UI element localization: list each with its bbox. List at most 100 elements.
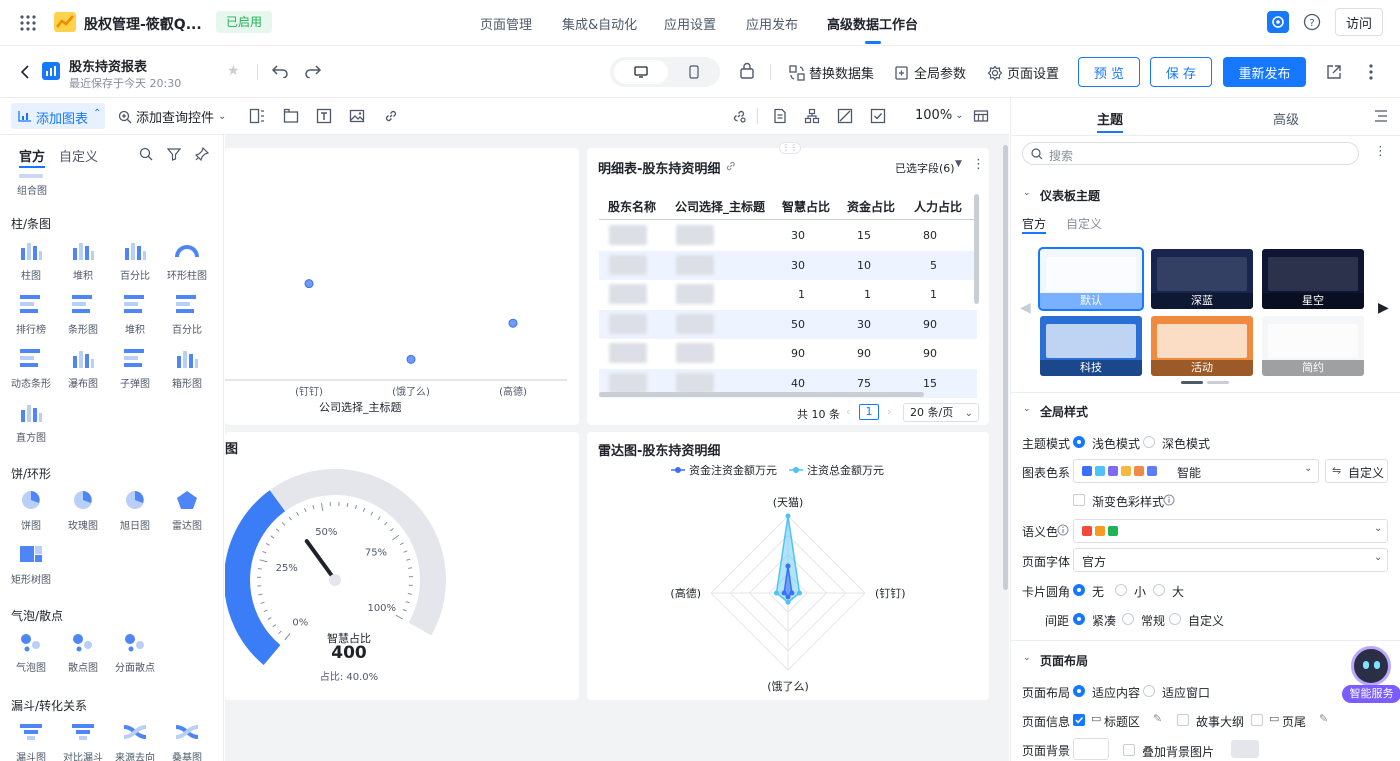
filter-icon[interactable]	[167, 147, 181, 161]
tab-advanced[interactable]: 高级	[1273, 109, 1299, 128]
layout-icon[interactable]	[249, 108, 265, 124]
radar-series-point[interactable]	[797, 590, 803, 596]
favorite-star-icon[interactable]: ★	[227, 63, 240, 79]
chart-type-item[interactable]: 饼图	[5, 489, 57, 532]
theme-next-icon[interactable]: ▶	[1378, 300, 1389, 316]
page-bg-color-picker[interactable]	[1073, 738, 1109, 760]
save-button[interactable]: 保 存	[1150, 57, 1212, 87]
theme-option[interactable]: 星空	[1262, 249, 1364, 309]
next-page-icon[interactable]: ›	[887, 405, 891, 418]
link-settings-icon[interactable]	[731, 108, 747, 124]
nav-tab-app-settings[interactable]: 应用设置	[664, 14, 716, 33]
nav-tab-app-publish[interactable]: 应用发布	[746, 14, 798, 33]
custom-palette-button[interactable]: ⇋ 自定义	[1325, 459, 1388, 483]
image-icon[interactable]	[349, 108, 365, 124]
hierarchy-icon[interactable]	[804, 108, 820, 124]
scatter-card[interactable]: (钉钉) (饿了么) (高德) 公司选择_主标题	[225, 148, 579, 425]
undo-icon[interactable]	[271, 64, 289, 78]
card-radius-large-radio[interactable]	[1153, 584, 1165, 596]
chart-type-item[interactable]: 排行榜	[5, 293, 57, 336]
horizontal-scrollbar[interactable]	[599, 392, 924, 397]
tab-custom[interactable]: 自定义	[59, 146, 98, 165]
tab-official[interactable]: 官方	[19, 146, 45, 165]
theme-tab-official[interactable]: 官方	[1022, 215, 1046, 232]
add-chart-button[interactable]: 添加图表 ⌃	[11, 103, 105, 129]
assistant-icon[interactable]	[1267, 11, 1289, 33]
radar-series-point[interactable]	[773, 590, 779, 596]
column-header[interactable]: 人力占比	[914, 198, 962, 215]
vertical-scrollbar[interactable]	[974, 194, 979, 304]
tab-theme[interactable]: 主题	[1097, 109, 1123, 128]
chart-type-item[interactable]: 散点图	[57, 631, 109, 674]
text-icon[interactable]	[316, 108, 332, 124]
legend-label[interactable]: 资金注资金额万元	[689, 463, 777, 477]
table-row[interactable]: 90 90 90	[599, 339, 977, 369]
chart-type-item[interactable]: 堆积	[109, 293, 161, 336]
chart-type-item[interactable]: 百分比	[161, 293, 213, 336]
redo-icon[interactable]	[304, 64, 322, 78]
more-vertical-icon[interactable]	[1368, 63, 1374, 81]
checklist-icon[interactable]	[870, 108, 886, 124]
chart-type-item[interactable]: 玫瑰图	[57, 489, 109, 532]
theme-option[interactable]: 活动	[1151, 316, 1253, 376]
bg-image-checkbox[interactable]	[1123, 744, 1135, 756]
info-icon[interactable]	[1163, 494, 1175, 506]
scatter-point[interactable]	[508, 318, 518, 328]
chart-type-item[interactable]: 旭日图	[109, 489, 161, 532]
spacing-compact-radio[interactable]	[1073, 613, 1085, 625]
chart-type-item[interactable]: 对比漏斗	[57, 721, 109, 761]
chart-type-item[interactable]: 动态条形	[5, 347, 57, 390]
page-size-select[interactable]: 20 条/页 ⌄	[903, 403, 979, 422]
column-header[interactable]: 股东名称	[608, 198, 656, 215]
grid-settings-icon[interactable]	[973, 108, 989, 124]
drag-handle[interactable]: ⋮⋮	[779, 142, 801, 154]
visit-button[interactable]: 访问	[1335, 8, 1383, 36]
current-page[interactable]: 1	[859, 404, 879, 420]
tab-component-icon[interactable]	[283, 108, 299, 124]
nav-tab-integration[interactable]: 集成&自动化	[562, 14, 637, 33]
chart-palette-select[interactable]: 智能 ⌄	[1073, 459, 1319, 483]
radar-series-point[interactable]	[785, 599, 791, 605]
theme-option[interactable]: 科技	[1040, 316, 1142, 376]
prev-page-icon[interactable]: ‹	[846, 405, 850, 418]
back-chevron-icon[interactable]	[20, 64, 30, 80]
chart-type-item[interactable]: 分面散点	[109, 631, 161, 674]
spacing-custom-radio[interactable]	[1169, 613, 1181, 625]
column-header[interactable]: 智慧占比	[782, 198, 830, 215]
title-area-checkbox[interactable]	[1073, 714, 1085, 726]
document-icon[interactable]	[772, 108, 788, 124]
theme-search-input[interactable]: 搜索	[1022, 142, 1359, 165]
pin-icon[interactable]	[195, 147, 209, 161]
more-vertical-icon[interactable]: ⋮	[972, 157, 985, 172]
global-params-button[interactable]: 全局参数	[894, 63, 966, 82]
table-row[interactable]: 30 10 5	[599, 250, 977, 280]
chart-type-item[interactable]: 雷达图	[161, 489, 213, 532]
chart-type-item[interactable]: 箱形图	[161, 347, 213, 390]
radar-series-point[interactable]	[781, 590, 787, 596]
mobile-view-button[interactable]	[672, 60, 716, 84]
search-icon[interactable]	[139, 147, 153, 161]
chart-type-item[interactable]: 堆积	[57, 239, 109, 282]
theme-option[interactable]: 简约	[1262, 316, 1364, 376]
help-icon[interactable]: ?	[1303, 13, 1321, 31]
lock-icon[interactable]	[739, 62, 755, 80]
chevron-down-icon[interactable]: ⌄	[1023, 188, 1031, 198]
legend-label[interactable]: 注资总金额万元	[807, 463, 884, 477]
replace-dataset-button[interactable]: 替换数据集	[789, 63, 874, 82]
theme-tab-custom[interactable]: 自定义	[1066, 215, 1102, 232]
table-row[interactable]: 1 1 1	[599, 280, 977, 310]
card-radius-small-radio[interactable]	[1115, 584, 1127, 596]
radar-series-point[interactable]	[785, 563, 791, 569]
info-icon[interactable]	[1057, 524, 1069, 536]
chart-type-item[interactable]: 瀑布图	[57, 347, 109, 390]
semantic-color-select[interactable]: ⌄	[1073, 519, 1388, 543]
column-header[interactable]: 资金占比	[847, 198, 895, 215]
carousel-dot-active[interactable]	[1181, 381, 1203, 384]
radar-card[interactable]: 雷达图-股东持资明细 资金注资金额万元 注资总金额万元 (天猫) (钉钉) (饿了么)(…	[587, 432, 989, 700]
chart-type-item[interactable]: 矩形树图	[5, 543, 57, 586]
edit-icon[interactable]: ✎	[1153, 712, 1162, 725]
page-settings-button[interactable]: 页面设置	[987, 63, 1059, 82]
chevron-down-icon[interactable]: ⌄	[1023, 653, 1031, 663]
chart-type-item[interactable]: 百分比	[109, 239, 161, 282]
layout-fit-content-radio[interactable]	[1073, 685, 1085, 697]
